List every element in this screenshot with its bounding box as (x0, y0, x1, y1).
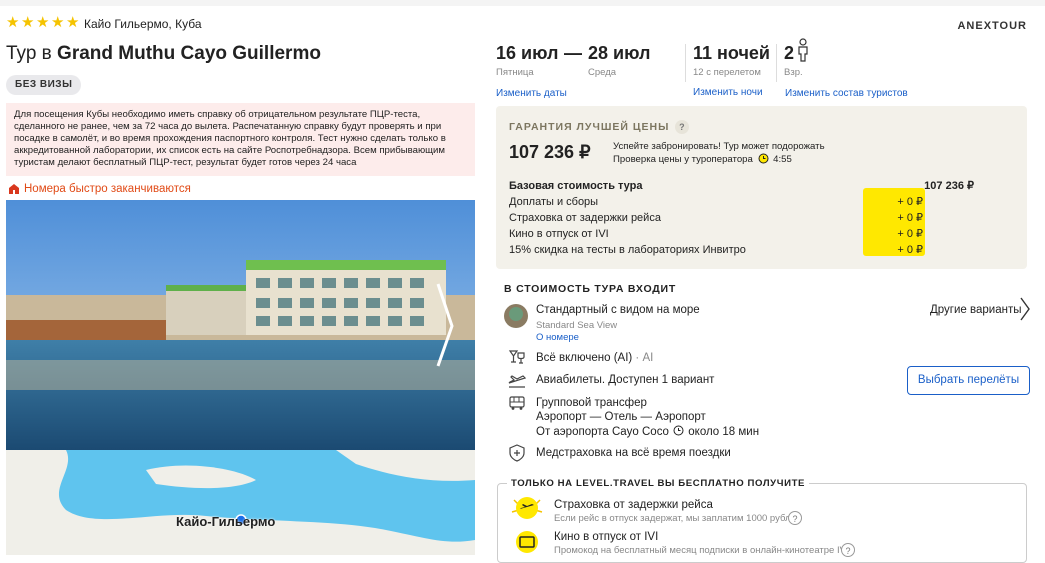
price-row-label: Базовая стоимость тура (509, 180, 643, 192)
room-type: Стандартный с видом на море (536, 304, 700, 316)
chevron-right-icon[interactable] (1019, 296, 1031, 322)
price-row: Базовая стоимость тура 107 236 ₽ (509, 178, 1014, 194)
price-row-label: Доплаты и сборы (509, 196, 599, 208)
meal-plan-code: · AI (632, 352, 654, 364)
price-breakdown: Базовая стоимость тура 107 236 ₽ Доплаты … (509, 178, 1014, 258)
hotel-map[interactable]: Кайо-Гильермо (6, 450, 475, 555)
star-icon: ★ (66, 14, 80, 31)
hotel-stars: ★ ★ ★ ★ ★ (6, 14, 80, 31)
tourists-sub: Взр. (784, 67, 803, 78)
change-dates-link[interactable]: Изменить даты (496, 88, 567, 99)
price-row-value: 107 236 ₽ (924, 180, 974, 192)
perk-description: Если рейс в отпуск задержат, мы заплатим… (554, 513, 802, 524)
price-row-value: + 0 ₽ (897, 244, 923, 256)
perk-label: Страховка от задержки рейса (554, 499, 713, 511)
plane-icon (508, 375, 526, 388)
divider (685, 44, 686, 82)
title-prefix: Тур в (6, 43, 58, 64)
room-thumbnail[interactable] (504, 304, 528, 328)
room-details-link[interactable]: О номере (536, 332, 579, 343)
star-icon: ★ (6, 14, 20, 31)
price-row-label: 15% скидка на тесты в лабораториях Инвит… (509, 244, 746, 256)
price-row: Страховка от задержки рейса + 0 ₽ (509, 210, 1014, 226)
map-label: Кайо-Гильермо (176, 514, 276, 529)
price-timer: 4:55 (773, 154, 792, 165)
person-icon (798, 38, 808, 62)
hotel-name: Grand Muthu Cayo Guillermo (57, 43, 321, 64)
change-nights-link[interactable]: Изменить ночи (693, 87, 763, 98)
hotel-icon (9, 184, 19, 194)
hotel-photo[interactable] (6, 200, 475, 450)
clock-icon (673, 425, 684, 436)
help-icon[interactable]: ? (675, 120, 690, 134)
day-to: Среда (588, 67, 617, 78)
nights-count: 11 ночей (693, 43, 770, 63)
transfer-type: Групповой трансфер (536, 397, 647, 409)
price-row-label: Страховка от задержки рейса (509, 212, 661, 224)
help-icon[interactable]: ? (788, 511, 802, 525)
hotel-location: Кайо Гильермо, Куба (84, 17, 202, 31)
star-icon: ★ (21, 14, 35, 31)
price-warning-line1: Успейте забронировать! Тур может подорож… (613, 141, 825, 152)
total-price: 107 236 ₽ (509, 142, 591, 162)
included-title: В СТОИМОСТЬ ТУРА ВХОДИТ (504, 283, 677, 295)
guarantee-label: ГАРАНТИЯ ЛУЧШЕЙ ЦЕНЫ (509, 120, 670, 133)
page-title: Тур в Grand Muthu Cayo Guillermo (6, 43, 321, 65)
free-perks-title: ТОЛЬКО НА LEVEL.TRAVEL ВЫ БЕСПЛАТНО ПОЛУ… (507, 478, 810, 489)
other-rooms-link[interactable]: Другие варианты (930, 304, 1022, 316)
tour-operator: ANEXTOUR (957, 20, 1027, 32)
price-check-text: Проверка цены у туроператора (613, 154, 753, 165)
choose-flights-button[interactable]: Выбрать перелёты (907, 366, 1030, 395)
price-row-value: + 0 ₽ (897, 196, 923, 208)
perk-description: Промокод на бесплатный месяц подписки в … (554, 545, 849, 556)
meal-plan: Всё включено (AI) · AI (536, 352, 653, 364)
transfer-route: Аэропорт — Отель — Аэропорт (536, 411, 706, 423)
bus-icon (509, 396, 525, 410)
room-type-en: Standard Sea View (536, 320, 618, 331)
rooms-running-out: Номера быстро заканчиваются (8, 183, 191, 195)
meal-plan-label: Всё включено (AI) (536, 352, 633, 364)
price-box: ГАРАНТИЯ ЛУЧШЕЙ ЦЕНЫ? 107 236 ₽ Успейте … (496, 106, 1027, 269)
best-price-guarantee: ГАРАНТИЯ ЛУЧШЕЙ ЦЕНЫ? (509, 120, 690, 134)
transfer-duration: около 18 мин (688, 426, 760, 438)
price-warning: Успейте забронировать! Тур может подорож… (613, 141, 825, 166)
divider (776, 44, 777, 82)
date-to: 28 июл (588, 43, 651, 63)
price-row-label: Кино в отпуск от IVI (509, 228, 609, 240)
price-row-value: + 0 ₽ (897, 212, 923, 224)
date-dash: — (564, 43, 582, 63)
visa-badge: БЕЗ ВИЗЫ (6, 75, 82, 95)
price-row: 15% скидка на тесты в лабораториях Инвит… (509, 242, 1014, 258)
price-warning-line2: Проверка цены у туроператора 4:55 (613, 153, 825, 166)
nights-sub: 12 с перелетом (693, 67, 761, 78)
price-row: Доплаты и сборы + 0 ₽ (509, 194, 1014, 210)
date-from: 16 июл (496, 43, 559, 63)
transfer-time: От аэропорта Cayo Coco около 18 мин (536, 425, 759, 438)
transfer-from: От аэропорта Cayo Coco (536, 426, 669, 438)
day-from: Пятница (496, 67, 534, 78)
pcr-notice: Для посещения Кубы необходимо иметь спра… (6, 103, 475, 176)
clock-icon (758, 153, 768, 164)
hurry-text: Номера быстро заканчиваются (24, 183, 191, 195)
perk-label: Кино в отпуск от IVI (554, 531, 659, 543)
cinema-badge-icon (516, 531, 538, 553)
shield-icon (509, 444, 525, 462)
star-icon: ★ (36, 14, 50, 31)
top-bar (0, 0, 1045, 6)
cocktail-icon (508, 350, 525, 364)
tourists-count: 2 (784, 43, 795, 63)
delay-insurance-badge-icon (511, 497, 543, 519)
flights-info: Авиабилеты. Доступен 1 вариант (536, 374, 715, 386)
star-icon: ★ (51, 14, 65, 31)
insurance-info: Медстраховка на всё время поездки (536, 447, 731, 459)
price-row-value: + 0 ₽ (897, 228, 923, 240)
price-row: Кино в отпуск от IVI + 0 ₽ (509, 226, 1014, 242)
change-tourists-link[interactable]: Изменить состав туристов (785, 88, 908, 99)
